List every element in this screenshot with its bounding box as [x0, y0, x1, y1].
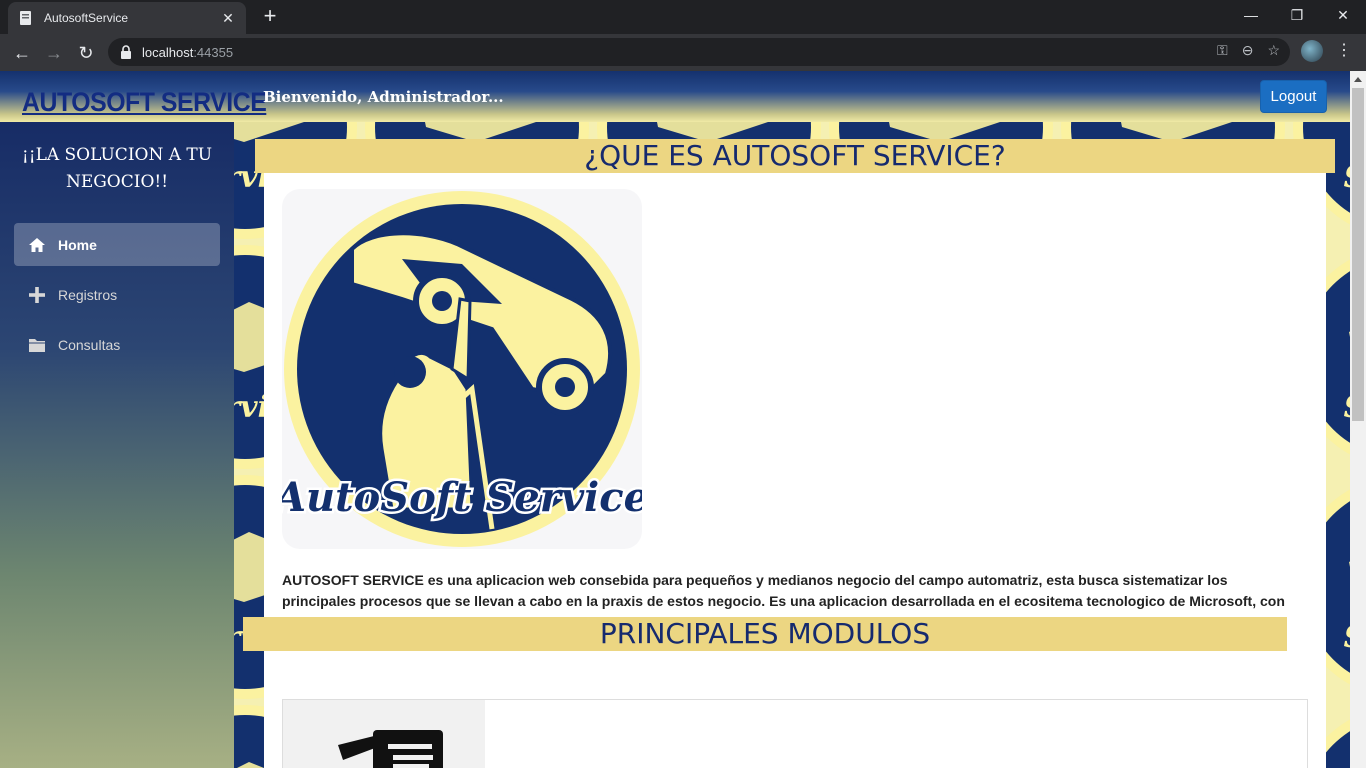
browser-toolbar: ← → ↻ localhost:44355 ⚿ ⊖ ☆	[0, 34, 1366, 71]
home-icon	[29, 237, 45, 252]
autosoft-logo: AutoSoft Service	[268, 189, 652, 549]
module-image	[283, 700, 485, 768]
module-card	[282, 699, 1308, 768]
lock-icon	[121, 45, 131, 59]
sidebar-item-consultas[interactable]: Consultas	[14, 323, 220, 366]
top-row: AUTOSOFT SERVICE Bienvenido, Administrad…	[0, 71, 1350, 122]
logout-button[interactable]: Logout	[1260, 80, 1327, 113]
sidebar-item-label: Registros	[58, 286, 118, 303]
plus-icon	[29, 286, 45, 303]
new-tab-button[interactable]: +	[258, 4, 282, 28]
welcome-text: Bienvenido, Administrador...	[263, 88, 504, 106]
tab-close-icon[interactable]: ✕	[220, 10, 236, 27]
scroll-up-icon[interactable]	[1354, 77, 1362, 82]
browser-tabbar: AutosoftService ✕ + — ❐ ✕	[0, 0, 1366, 34]
address-bar[interactable]: localhost:44355 ⚿ ⊖ ☆	[108, 38, 1290, 66]
forward-icon[interactable]: →	[40, 39, 68, 67]
svg-text:AutoSoft Service: AutoSoft Service	[282, 474, 642, 521]
tab-title: AutosoftService	[44, 11, 129, 25]
scroll-thumb[interactable]	[1352, 88, 1364, 421]
zoom-icon[interactable]: ⊖	[1242, 42, 1254, 59]
window-close-icon[interactable]: ✕	[1320, 0, 1366, 32]
page-scrollbar[interactable]	[1350, 71, 1366, 768]
folder-icon	[29, 338, 45, 352]
app: AUTOSOFT SERVICE Bienvenido, Administrad…	[0, 71, 1366, 768]
slogan: ¡¡LA SOLUCION A TU NEGOCIO!!	[21, 145, 213, 192]
restore-icon[interactable]: ❐	[1274, 0, 1320, 32]
url-text: localhost:44355	[142, 44, 234, 60]
sidebar-item-home[interactable]: Home	[14, 223, 220, 266]
page-icon	[20, 11, 31, 25]
key-icon[interactable]: ⚿	[1217, 42, 1228, 59]
sidebar-item-label: Home	[58, 236, 97, 253]
browser-menu-icon[interactable]: ⋮	[1336, 40, 1352, 62]
minimize-icon[interactable]: —	[1228, 0, 1274, 32]
reload-icon[interactable]: ↻	[72, 39, 100, 67]
sidebar-item-label: Consultas	[58, 336, 121, 353]
browser-tab[interactable]: AutosoftService ✕	[8, 2, 246, 34]
sidebar-item-registros[interactable]: Registros	[14, 273, 220, 316]
section-title-modules: PRINCIPALES MODULOS	[243, 617, 1287, 651]
sidebar: ¡¡LA SOLUCION A TU NEGOCIO!! Home Regist…	[0, 122, 234, 768]
document-pen-icon	[338, 730, 443, 768]
main-content: Service ¿QUE ES AUTOSOFT SERVICE?	[234, 122, 1350, 768]
brand-title[interactable]: AUTOSOFT SERVICE	[22, 87, 267, 118]
back-icon[interactable]: ←	[8, 39, 36, 67]
star-icon[interactable]: ☆	[1267, 42, 1280, 59]
about-card: AutoSoft Service AUTOSOFT SERVICE es una…	[264, 173, 1326, 768]
section-title-about: ¿QUE ES AUTOSOFT SERVICE?	[255, 139, 1335, 173]
profile-avatar[interactable]	[1301, 40, 1323, 62]
